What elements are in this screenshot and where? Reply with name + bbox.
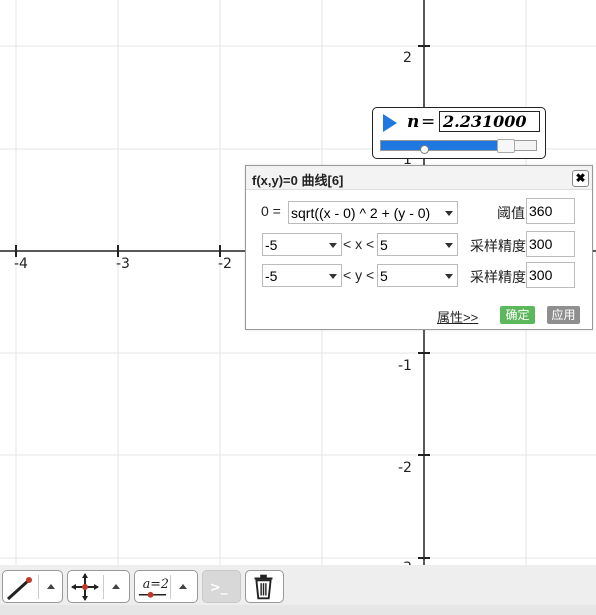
- y-tick-label: 2: [403, 50, 412, 66]
- chevron-up-icon[interactable]: [179, 584, 187, 589]
- y-tick-label: -2: [398, 460, 412, 476]
- slider-widget[interactable]: n = 2.231000: [372, 107, 546, 159]
- properties-link[interactable]: 属性>>: [437, 307, 478, 326]
- trash-icon: [254, 574, 273, 600]
- command-button[interactable]: >_: [202, 570, 241, 603]
- slider-tool-button[interactable]: a=2: [134, 570, 198, 603]
- slider-origin-dot: [420, 145, 429, 154]
- chevron-down-icon: [445, 243, 453, 248]
- threshold-label: 阈值: [497, 205, 525, 221]
- slider-tool-text: a=2: [143, 576, 169, 591]
- terminal-icon: >_: [210, 581, 228, 596]
- x-min-combo[interactable]: -5: [262, 233, 342, 256]
- point-move-icon: [71, 573, 99, 601]
- expression-combo[interactable]: sqrt((x - 0) ^ 2 + (y - 0): [288, 201, 458, 224]
- chevron-down-icon: [445, 274, 453, 279]
- chevron-up-icon[interactable]: [47, 584, 55, 589]
- dialog-title: f(x,y)=0 曲线[6]: [252, 173, 344, 188]
- line-tool-icon: [6, 577, 32, 601]
- dialog-titlebar[interactable]: f(x,y)=0 曲线[6] ✖: [246, 166, 592, 190]
- slider-tool-icon: a=2: [138, 576, 169, 598]
- delete-button[interactable]: [245, 570, 284, 603]
- x-range-label: < x <: [343, 236, 375, 252]
- tool-separator: [38, 575, 39, 599]
- equation-prefix: 0 =: [261, 203, 281, 219]
- x-tick-label: -3: [116, 256, 130, 272]
- slider-value-field[interactable]: 2.231000: [439, 111, 540, 132]
- slider-equals: =: [421, 112, 436, 132]
- line-tool-button[interactable]: [2, 570, 63, 603]
- chevron-up-icon[interactable]: [112, 584, 120, 589]
- ok-button[interactable]: 确定: [500, 306, 535, 324]
- x-sampling-input[interactable]: 300: [526, 231, 575, 257]
- slider-variable-name: n: [407, 112, 420, 132]
- x-tick-label: -2: [218, 256, 232, 272]
- tool-separator: [103, 575, 104, 599]
- y-max-value: 5: [380, 268, 388, 284]
- x-max-combo[interactable]: 5: [377, 233, 458, 256]
- chevron-down-icon: [445, 211, 453, 216]
- close-icon[interactable]: ✖: [572, 170, 589, 187]
- play-icon[interactable]: [383, 114, 397, 132]
- slider-fill: [381, 141, 497, 150]
- tool-separator: [170, 575, 171, 599]
- y-sampling-input[interactable]: 300: [526, 262, 575, 288]
- command-glyph: >_: [210, 581, 228, 596]
- chevron-down-icon: [329, 274, 337, 279]
- threshold-input[interactable]: 360: [526, 198, 575, 224]
- y-max-combo[interactable]: 5: [377, 264, 458, 287]
- x-min-value: -5: [265, 237, 278, 253]
- apply-button[interactable]: 应用: [547, 306, 580, 324]
- chevron-down-icon: [329, 243, 337, 248]
- y-range-label: < y <: [343, 267, 375, 283]
- slider-handle[interactable]: [497, 139, 515, 153]
- x-max-value: 5: [380, 237, 388, 253]
- implicit-curve-dialog: f(x,y)=0 曲线[6] ✖ 0 = sqrt((x - 0) ^ 2 + …: [245, 165, 593, 330]
- point-tool-button[interactable]: [67, 570, 130, 603]
- toolbar-strip: [0, 605, 596, 615]
- y-sampling-label: 采样精度: [470, 269, 526, 285]
- bottom-toolbar: a=2 >_: [0, 565, 596, 615]
- expression-text: sqrt((x - 0) ^ 2 + (y - 0): [291, 205, 431, 221]
- y-min-combo[interactable]: -5: [262, 264, 342, 287]
- x-tick-label: -4: [14, 256, 28, 272]
- y-tick-label: -1: [398, 358, 412, 374]
- slider-track[interactable]: [380, 139, 537, 153]
- y-min-value: -5: [265, 268, 278, 284]
- x-sampling-label: 采样精度: [470, 238, 526, 254]
